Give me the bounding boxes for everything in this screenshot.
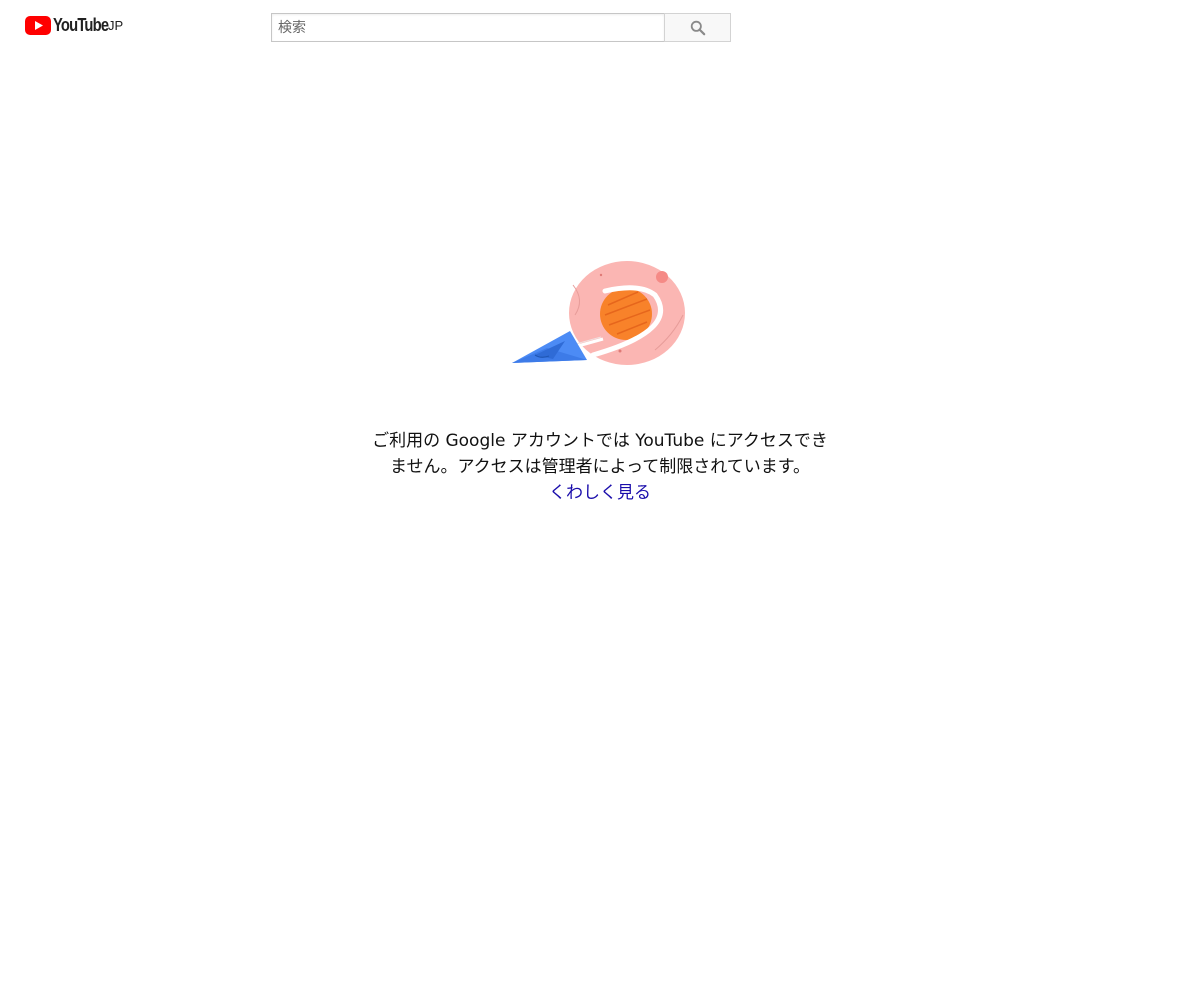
- message-line-2: ません。アクセスは管理者によって制限されています。: [389, 457, 811, 477]
- search-icon: [690, 20, 705, 35]
- message-line-1: ご利用の Google アカウントでは YouTube にアクセスでき: [372, 431, 828, 451]
- access-restricted-message: ご利用の Google アカウントでは YouTube にアクセスでき ません。…: [350, 428, 850, 506]
- search-button[interactable]: [664, 13, 731, 42]
- youtube-logo[interactable]: YouTube JP: [25, 14, 124, 36]
- logo-wordmark: YouTube: [53, 15, 109, 35]
- masthead: YouTube JP: [0, 0, 1200, 56]
- search-bar: [271, 13, 731, 42]
- search-input[interactable]: [271, 13, 664, 42]
- paper-plane-planet-illustration: [512, 261, 685, 365]
- learn-more-link[interactable]: くわしく見る: [549, 480, 651, 506]
- logo-region-label: JP: [108, 18, 124, 33]
- youtube-play-icon: [25, 15, 51, 35]
